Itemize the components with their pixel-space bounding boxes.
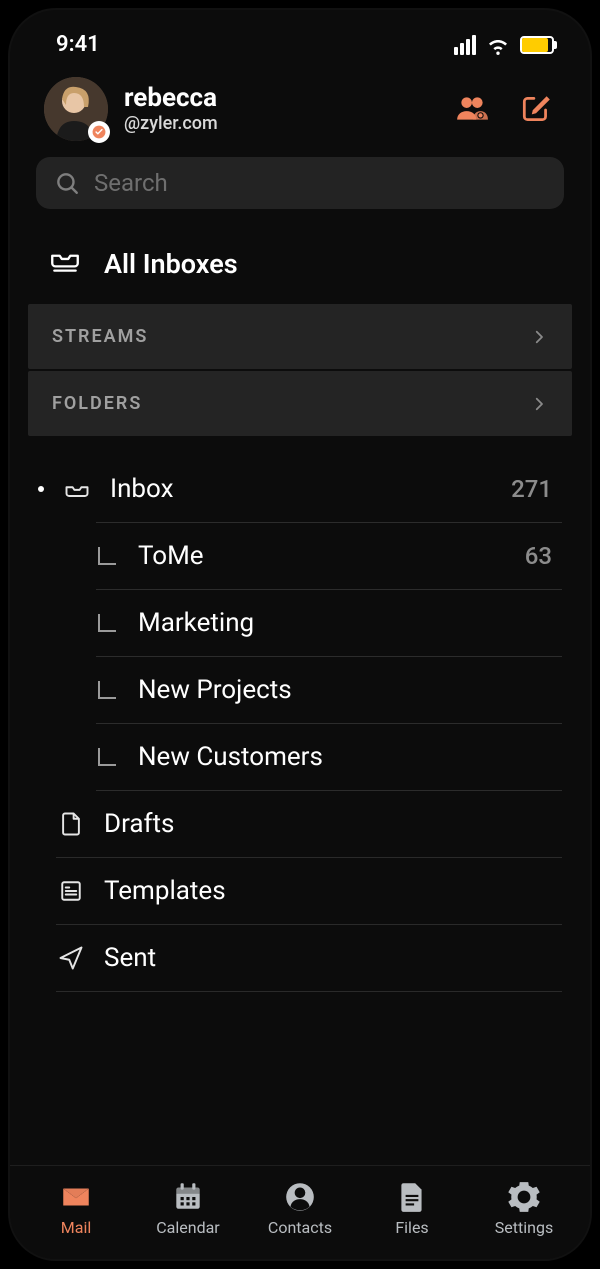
wifi-icon bbox=[486, 33, 510, 57]
unread-indicator-icon bbox=[38, 486, 44, 492]
folder-tome[interactable]: ToMe 63 bbox=[96, 522, 562, 590]
status-icons bbox=[454, 33, 554, 57]
profile-name: rebecca bbox=[124, 84, 218, 113]
streams-section[interactable]: Streams bbox=[28, 304, 572, 369]
folder-drafts[interactable]: Drafts bbox=[56, 791, 562, 858]
folder-label: New Customers bbox=[138, 742, 534, 772]
inbox-icon bbox=[62, 474, 92, 504]
shared-accounts-button[interactable] bbox=[452, 89, 492, 129]
drafts-icon bbox=[56, 809, 86, 839]
folder-templates[interactable]: Templates bbox=[56, 858, 562, 925]
tab-files[interactable]: Files bbox=[362, 1180, 462, 1237]
subfolder-indent-icon bbox=[98, 547, 116, 565]
tab-label: Settings bbox=[495, 1218, 553, 1237]
mail-header: rebecca @zyler.com bbox=[10, 63, 590, 157]
folders-section[interactable]: Folders bbox=[28, 371, 572, 436]
sent-icon bbox=[56, 943, 86, 973]
folder-count: 63 bbox=[525, 542, 552, 570]
folder-inbox[interactable]: Inbox 271 bbox=[38, 456, 562, 522]
folder-label: Inbox bbox=[110, 474, 493, 504]
folder-marketing[interactable]: Marketing bbox=[96, 590, 562, 657]
all-inboxes-row[interactable]: All Inboxes bbox=[10, 223, 590, 304]
search-input[interactable] bbox=[94, 169, 546, 197]
streams-label: Streams bbox=[52, 326, 148, 347]
tab-mail[interactable]: Mail bbox=[26, 1180, 126, 1237]
mail-icon bbox=[59, 1180, 93, 1214]
calendar-icon bbox=[171, 1180, 205, 1214]
templates-icon bbox=[56, 876, 86, 906]
folder-label: Drafts bbox=[104, 809, 552, 839]
tab-label: Mail bbox=[61, 1218, 91, 1237]
chevron-right-icon bbox=[530, 328, 548, 346]
subfolder-indent-icon bbox=[98, 614, 116, 632]
verified-badge-icon bbox=[88, 121, 110, 143]
files-icon bbox=[395, 1180, 429, 1214]
folder-count: 271 bbox=[511, 475, 552, 503]
compose-button[interactable] bbox=[516, 89, 556, 129]
subfolder-indent-icon bbox=[98, 748, 116, 766]
subfolder-indent-icon bbox=[98, 681, 116, 699]
folders-label: Folders bbox=[52, 393, 142, 414]
search-icon bbox=[54, 170, 80, 196]
tab-label: Files bbox=[395, 1218, 428, 1237]
app-screen: 9:41 bbox=[10, 10, 590, 1259]
contacts-icon bbox=[283, 1180, 317, 1214]
tab-calendar[interactable]: Calendar bbox=[138, 1180, 238, 1237]
tab-label: Calendar bbox=[156, 1218, 219, 1237]
folder-label: Sent bbox=[104, 943, 552, 973]
profile-block[interactable]: rebecca @zyler.com bbox=[44, 77, 218, 141]
tab-settings[interactable]: Settings bbox=[474, 1180, 574, 1237]
settings-icon bbox=[507, 1180, 541, 1214]
folder-label: ToMe bbox=[138, 541, 507, 571]
chevron-right-icon bbox=[530, 395, 548, 413]
tab-label: Contacts bbox=[268, 1218, 332, 1237]
stacked-inbox-icon bbox=[48, 243, 82, 284]
tab-contacts[interactable]: Contacts bbox=[250, 1180, 350, 1237]
folder-label: New Projects bbox=[138, 675, 534, 705]
folder-new-projects[interactable]: New Projects bbox=[96, 657, 562, 724]
profile-handle: @zyler.com bbox=[124, 113, 218, 134]
folder-label: Templates bbox=[104, 876, 552, 906]
cellular-signal-icon bbox=[454, 35, 476, 55]
profile-name-block: rebecca @zyler.com bbox=[124, 84, 218, 134]
bottom-tab-bar: Mail Calendar Contacts Files Settings bbox=[10, 1165, 590, 1259]
status-time: 9:41 bbox=[56, 32, 100, 57]
folder-new-customers[interactable]: New Customers bbox=[96, 724, 562, 791]
search-field[interactable] bbox=[36, 157, 564, 209]
all-inboxes-label: All Inboxes bbox=[104, 248, 238, 280]
folder-sent[interactable]: Sent bbox=[56, 925, 562, 992]
status-bar: 9:41 bbox=[10, 10, 590, 63]
battery-icon bbox=[520, 36, 554, 54]
folder-label: Marketing bbox=[138, 608, 534, 638]
